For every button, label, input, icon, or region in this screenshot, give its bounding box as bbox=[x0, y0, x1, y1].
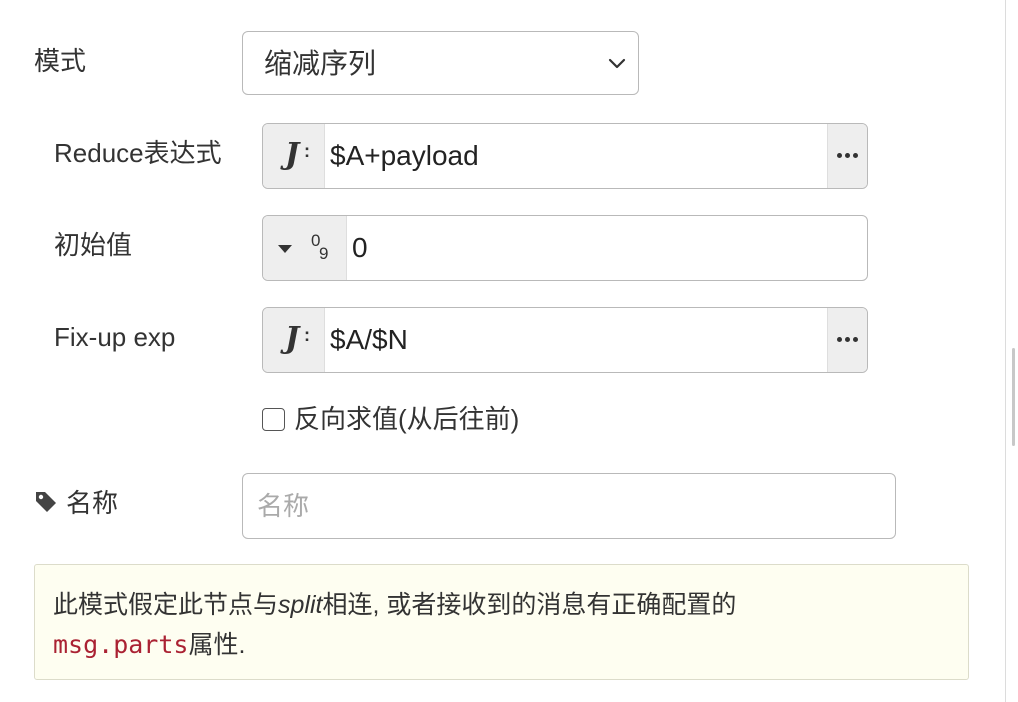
reduce-expression-label: Reduce表达式 bbox=[54, 138, 222, 168]
chevron-down-icon bbox=[608, 58, 626, 69]
jsonata-icon-colon: : bbox=[304, 325, 310, 345]
name-input[interactable] bbox=[242, 473, 896, 539]
scrollbar-thumb[interactable] bbox=[1012, 348, 1015, 446]
fixup-expand-button[interactable] bbox=[827, 308, 867, 372]
fixup-expression-input[interactable]: J : $A/$N bbox=[262, 307, 868, 373]
reverse-checkbox[interactable] bbox=[262, 407, 285, 431]
tip-text-after: 属性. bbox=[188, 631, 246, 659]
tip-text-middle: 相连, 或者接收到的消息有正确配置的 bbox=[322, 591, 737, 619]
mode-select-value: 缩减序列 bbox=[264, 48, 377, 79]
initial-value-input[interactable]: 09 0 bbox=[262, 215, 868, 281]
reduce-expression-input[interactable]: J : $A+payload bbox=[262, 123, 868, 189]
reduce-type-button[interactable]: J : bbox=[263, 124, 325, 188]
ellipsis-icon bbox=[837, 153, 858, 158]
tip-text-before: 此模式假定此节点与 bbox=[53, 591, 279, 619]
jsonata-icon-colon: : bbox=[304, 141, 310, 161]
reverse-checkbox-label: 反向求值(从后往前) bbox=[294, 404, 520, 434]
mode-select[interactable]: 缩减序列 bbox=[242, 31, 639, 95]
tip-italic: split bbox=[278, 591, 323, 619]
initial-value-label: 初始值 bbox=[54, 230, 133, 260]
fixup-expression-value[interactable]: $A/$N bbox=[330, 324, 408, 356]
fixup-expression-label: Fix-up exp bbox=[54, 322, 176, 352]
reverse-checkbox-row[interactable]: 反向求值(从后往前) bbox=[262, 403, 519, 435]
tip-box: 此模式假定此节点与split相连, 或者接收到的消息有正确配置的 msg.part… bbox=[34, 564, 969, 680]
initial-type-button[interactable]: 09 bbox=[263, 216, 347, 280]
mode-label: 模式 bbox=[34, 46, 87, 76]
tip-code: msg.parts bbox=[53, 630, 189, 659]
panel-right-border bbox=[1005, 0, 1006, 702]
initial-value[interactable]: 0 bbox=[352, 232, 368, 264]
reduce-expression-value[interactable]: $A+payload bbox=[330, 140, 479, 172]
tag-icon bbox=[36, 492, 56, 512]
name-label: 名称 bbox=[66, 488, 119, 518]
reduce-expand-button[interactable] bbox=[827, 124, 867, 188]
ellipsis-icon bbox=[837, 337, 858, 342]
jsonata-icon: J bbox=[285, 321, 300, 356]
jsonata-icon: J bbox=[285, 137, 300, 172]
fixup-type-button[interactable]: J : bbox=[263, 308, 325, 372]
number-type-icon: 09 bbox=[311, 231, 329, 263]
caret-down-icon bbox=[278, 245, 292, 253]
